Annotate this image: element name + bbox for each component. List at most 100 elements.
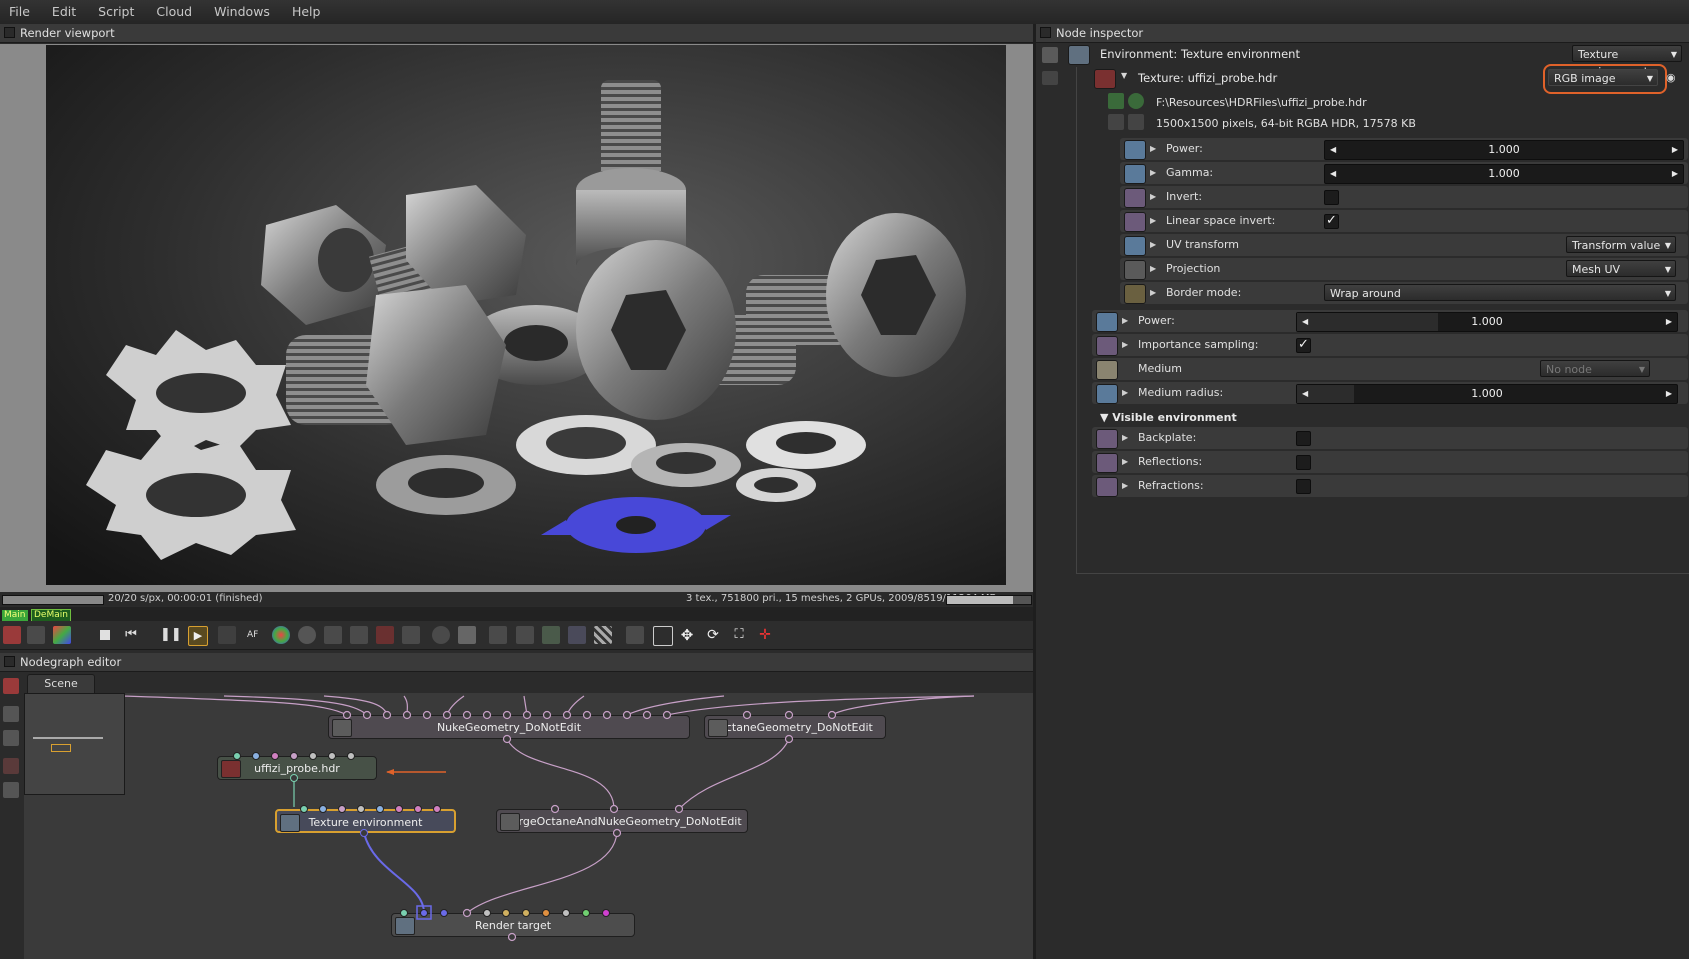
render-viewport[interactable] — [0, 44, 1033, 592]
tab-scene[interactable]: Scene — [27, 674, 95, 693]
backplate-label: Backplate: — [1138, 431, 1197, 444]
menu-windows[interactable]: Windows — [203, 0, 281, 24]
expand-all-icon[interactable] — [1042, 47, 1058, 63]
projection-param-icon — [1124, 260, 1146, 280]
tex-gamma-value: 1.000 — [1488, 167, 1520, 180]
env-medium-radius-row: ▶ Medium radius: ◀ 1.000 ▶ — [1092, 382, 1688, 404]
transform-param-icon — [1124, 236, 1146, 256]
expand-arrow[interactable]: ▶ — [1122, 382, 1128, 404]
expand-arrow[interactable]: ▶ — [1122, 334, 1128, 356]
reload-icon[interactable] — [1128, 93, 1144, 109]
render-image[interactable] — [46, 45, 1006, 585]
tex-linear-checkbox[interactable]: ✓ — [1324, 214, 1339, 229]
layout-icon[interactable] — [3, 706, 19, 722]
tex-border-combo[interactable]: Wrap around ▼ — [1324, 284, 1676, 301]
expand-arrow[interactable]: ▶ — [1150, 186, 1156, 208]
af-icon[interactable]: AF — [247, 626, 265, 644]
menu-file[interactable]: File — [0, 0, 41, 24]
camera-reset-icon[interactable] — [27, 626, 45, 644]
env-importance-checkbox[interactable]: ✓ — [1296, 338, 1311, 353]
env-medium-combo[interactable]: No node ▼ — [1540, 360, 1650, 377]
render-status-text: 20/20 s/px, 00:00:01 (finished) — [108, 593, 263, 604]
tex-border-value: Wrap around — [1330, 287, 1401, 300]
menu-cloud[interactable]: Cloud — [145, 0, 203, 24]
nodegraph-dock-checkbox[interactable] — [4, 656, 15, 667]
restart-icon[interactable]: ⏮ — [122, 626, 140, 644]
expand-arrow[interactable]: ▶ — [1122, 310, 1128, 332]
clay-icon[interactable] — [626, 626, 644, 644]
display-icon[interactable] — [218, 626, 236, 644]
tex-projection-combo[interactable]: Mesh UV ▼ — [1566, 260, 1676, 277]
expand-arrow[interactable]: ▶ — [1122, 475, 1128, 497]
viewport-dock-checkbox[interactable] — [4, 27, 15, 38]
wrench-icon[interactable] — [1128, 114, 1144, 130]
expand-arrow[interactable]: ▶ — [1122, 427, 1128, 449]
visibility-eye-icon[interactable]: ◉ — [1666, 71, 1676, 84]
env-medium-radius-slider[interactable]: ◀ 1.000 ▶ — [1296, 384, 1678, 404]
save-icon[interactable] — [542, 626, 560, 644]
copy-icon[interactable] — [516, 626, 534, 644]
color-wheel-icon[interactable] — [272, 626, 290, 644]
refractions-row: ▶ Refractions: — [1092, 475, 1688, 497]
texture-expand-arrow[interactable]: ▼ — [1121, 71, 1127, 80]
menu-script[interactable]: Script — [87, 0, 145, 24]
expand-arrow[interactable]: ▶ — [1150, 138, 1156, 160]
environment-type-combo[interactable]: Texture environment▼ — [1572, 45, 1682, 78]
tex-uv-combo[interactable]: Transform value ▼ — [1566, 236, 1676, 253]
tab-main[interactable]: Main — [2, 610, 28, 621]
tex-uv-row: ▶ UV transform Transform value ▼ — [1120, 234, 1688, 256]
visible-env-section-label: Visible environment — [1112, 411, 1237, 424]
frame-icon[interactable] — [458, 626, 476, 644]
inspector-dock-checkbox[interactable] — [1040, 27, 1051, 38]
cube-outline-icon[interactable] — [653, 626, 673, 646]
expand-arrow[interactable]: ▶ — [1150, 234, 1156, 256]
sphere-icon[interactable] — [298, 626, 316, 644]
pause-icon[interactable]: ❚❚ — [160, 626, 182, 644]
octane-logo-icon[interactable] — [3, 626, 21, 644]
visible-env-section-header[interactable]: ▼ Visible environment — [1100, 411, 1237, 424]
expand-arrow[interactable]: ▶ — [1150, 282, 1156, 304]
float-param-icon — [1124, 164, 1146, 184]
filmstrip-icon[interactable] — [1108, 114, 1124, 130]
bool-param-icon — [1096, 453, 1118, 473]
grid-icon[interactable] — [3, 782, 19, 798]
new-graph-icon[interactable] — [3, 758, 19, 774]
export-icon[interactable] — [568, 626, 586, 644]
checker-icon[interactable] — [594, 626, 612, 644]
reflections-label: Reflections: — [1138, 455, 1203, 468]
octane-node-icon[interactable] — [3, 678, 19, 694]
nodegraph-canvas[interactable]: NukeGeometry_DoNotEdit OctaneGeometry_Do… — [24, 693, 1033, 959]
rotate-icon[interactable]: ⟳ — [704, 626, 722, 644]
recenter-icon[interactable] — [3, 730, 19, 746]
menu-edit[interactable]: Edit — [41, 0, 87, 24]
picker-icon[interactable] — [324, 626, 342, 644]
expand-arrow[interactable]: ▶ — [1150, 162, 1156, 184]
fullscreen-icon[interactable]: ⛶ — [730, 626, 748, 644]
move-icon[interactable]: ✥ — [678, 626, 696, 644]
env-power-slider[interactable]: ◀ 1.000 ▶ — [1296, 312, 1678, 332]
expand-arrow[interactable]: ▶ — [1122, 451, 1128, 473]
tex-gamma-slider[interactable]: ◀ 1.000 ▶ — [1324, 164, 1684, 184]
load-file-icon[interactable] — [1108, 93, 1124, 109]
region-icon[interactable] — [376, 626, 394, 644]
refractions-checkbox[interactable] — [1296, 479, 1311, 494]
tex-invert-checkbox[interactable] — [1324, 190, 1339, 205]
expand-arrow[interactable]: ▶ — [1150, 258, 1156, 280]
film-region-icon[interactable] — [402, 626, 420, 644]
medium-param-icon — [1096, 360, 1118, 380]
menu-help[interactable]: Help — [281, 0, 332, 24]
env-medium-value: No node — [1546, 363, 1592, 376]
play-icon[interactable]: ▶ — [188, 626, 208, 646]
focus-icon[interactable] — [350, 626, 368, 644]
inspector-header: Node inspector — [1036, 24, 1689, 43]
cube-color-icon[interactable] — [53, 626, 71, 644]
zoom-icon[interactable] — [432, 626, 450, 644]
gizmo-axes-icon[interactable]: ✛ — [756, 626, 774, 644]
tex-power-slider[interactable]: ◀ 1.000 ▶ — [1324, 140, 1684, 160]
reflections-checkbox[interactable] — [1296, 455, 1311, 470]
lock-icon[interactable] — [489, 626, 507, 644]
expand-arrow[interactable]: ▶ — [1150, 210, 1156, 232]
stop-icon[interactable] — [96, 626, 114, 644]
collapse-icon[interactable] — [1042, 71, 1058, 85]
backplate-checkbox[interactable] — [1296, 431, 1311, 446]
